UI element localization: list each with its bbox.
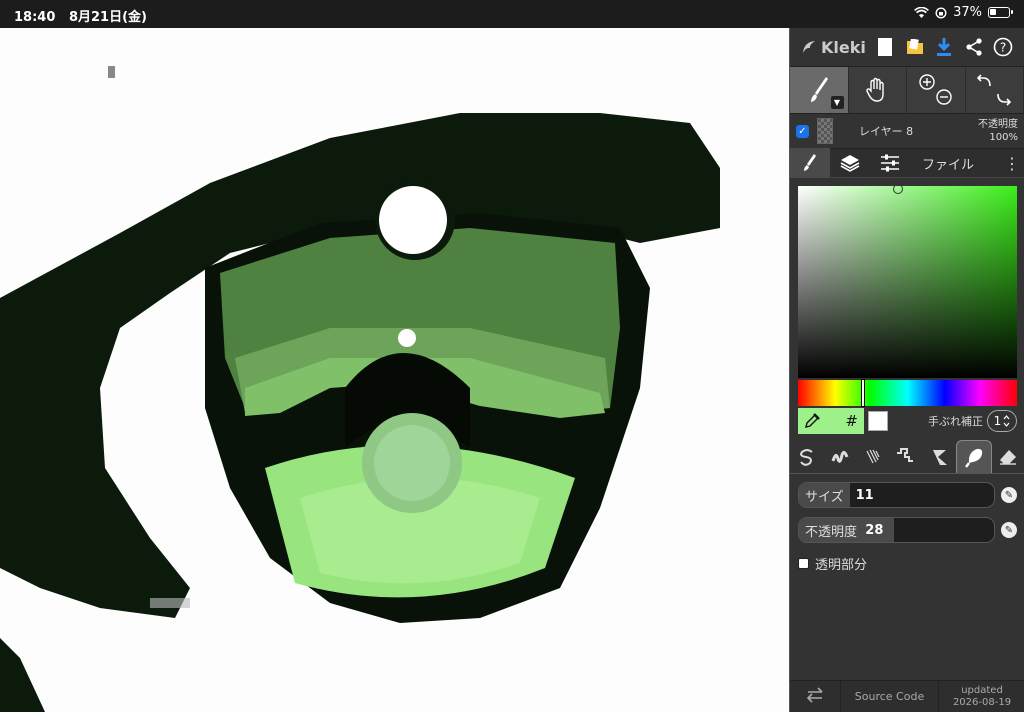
- orientation-lock-icon: [935, 6, 947, 19]
- swap-arrows-icon: [806, 686, 823, 703]
- sliders-icon: [881, 154, 899, 172]
- primary-color-swatch[interactable]: #: [798, 408, 864, 434]
- hue-slider[interactable]: [798, 380, 1017, 406]
- panel-footer: Source Code updated 2026-08-19: [790, 680, 1024, 712]
- help-button[interactable]: ?: [988, 31, 1018, 63]
- lock-alpha-checkbox[interactable]: [798, 558, 809, 569]
- sketchy-brush-icon: [866, 449, 880, 463]
- help-icon: ?: [993, 37, 1013, 57]
- app-logo[interactable]: Kleki: [796, 38, 870, 57]
- stabilizer-select[interactable]: 1: [987, 410, 1017, 432]
- size-label: サイズ: [799, 483, 850, 507]
- status-bar: 18:40 8月21日(金) 37%: [0, 0, 1024, 28]
- hex-input-button[interactable]: #: [845, 412, 858, 430]
- panel-tabs: ファイル ⋮: [790, 148, 1024, 178]
- share-icon: [966, 38, 982, 56]
- size-slider[interactable]: サイズ 11: [798, 482, 995, 508]
- brush-chemy[interactable]: [923, 440, 956, 473]
- save-button[interactable]: [929, 31, 959, 63]
- source-code-link[interactable]: Source Code: [840, 680, 939, 712]
- layers-icon: [840, 155, 860, 172]
- layer-row[interactable]: ✓ レイヤー 8 不透明度 100%: [790, 114, 1024, 148]
- picker-cursor[interactable]: [893, 184, 903, 194]
- color-row: # 手ぶれ補正 1: [798, 408, 1017, 434]
- layer-visibility-checkbox[interactable]: ✓: [796, 124, 809, 138]
- size-value: 11: [855, 487, 874, 503]
- brush-type-row: [790, 440, 1024, 474]
- updated-info: updated 2026-08-19: [952, 684, 1012, 708]
- opacity-label: 不透明度 28: [799, 518, 894, 542]
- eye-highlight-large: [379, 186, 447, 254]
- new-image-button[interactable]: [870, 31, 900, 63]
- drawing-canvas[interactable]: [0, 28, 789, 712]
- eyedropper-icon[interactable]: [804, 413, 820, 429]
- share-button[interactable]: [959, 31, 989, 63]
- brush-smudge[interactable]: [956, 440, 992, 473]
- pixel-speck: [108, 66, 115, 78]
- stepper-arrows-icon: [1003, 415, 1010, 427]
- layer-name: レイヤー 8: [859, 125, 914, 138]
- size-edit-icon[interactable]: ✎: [1001, 487, 1017, 503]
- brush-tool-button[interactable]: ▼: [790, 67, 849, 113]
- undo-redo-button[interactable]: [965, 67, 1024, 113]
- brush-pen[interactable]: [790, 440, 823, 473]
- tool-row: ▼: [790, 66, 1024, 114]
- opacity-edit-icon[interactable]: ✎: [1001, 522, 1017, 538]
- brush-icon: [804, 154, 816, 171]
- more-icon[interactable]: ⋮: [1000, 154, 1024, 173]
- undo-redo-icon: [977, 74, 1012, 106]
- layer-opacity: 不透明度 100%: [978, 119, 1018, 143]
- blend-brush-icon: [831, 450, 849, 463]
- lock-alpha-row[interactable]: 透明部分: [798, 554, 867, 573]
- brush-sketchy[interactable]: [857, 440, 890, 473]
- kleki-logo-icon: [803, 41, 815, 53]
- tab-file[interactable]: ファイル: [922, 154, 974, 173]
- chevron-down-icon[interactable]: ▼: [830, 96, 844, 109]
- tab-adjust[interactable]: [870, 148, 910, 178]
- opacity-value: 28: [865, 522, 884, 538]
- pixel-brush-icon: [897, 447, 914, 462]
- status-date: 8月21日(金): [68, 10, 147, 25]
- brush-eraser[interactable]: [992, 440, 1024, 473]
- brush-blend[interactable]: [823, 440, 856, 473]
- layer-thumbnail: [817, 118, 833, 144]
- zoom-icon: [919, 74, 952, 105]
- swap-side-button[interactable]: [790, 686, 840, 707]
- eraser-icon: [1000, 449, 1017, 465]
- opacity-slider[interactable]: 不透明度 28: [798, 517, 995, 543]
- new-file-icon: [877, 38, 892, 56]
- smudge-brush-icon: [965, 448, 983, 468]
- battery-percent: 37%: [953, 5, 982, 20]
- tab-layers[interactable]: [830, 148, 870, 178]
- wifi-icon: [914, 6, 930, 18]
- zoom-tool-button[interactable]: [907, 67, 966, 113]
- side-panel: Kleki ? ▼ ✓ レイヤー 8 不透明度 100% ファイル ⋮ # 手ぶ…: [789, 28, 1024, 712]
- open-file-button[interactable]: [900, 31, 930, 63]
- hue-marker[interactable]: [862, 380, 864, 406]
- hand-icon: [866, 77, 884, 102]
- tab-brush[interactable]: [790, 148, 830, 178]
- hand-tool-button[interactable]: [848, 67, 907, 113]
- status-time: 18:40 8月21日(金): [14, 10, 147, 25]
- chemy-brush-icon: [932, 449, 947, 465]
- brush-pixel[interactable]: [890, 440, 923, 473]
- lock-alpha-label: 透明部分: [815, 558, 868, 573]
- pen-stroke-icon: [799, 448, 813, 466]
- folder-icon: [906, 39, 923, 54]
- pixel-speck: [150, 598, 190, 608]
- battery-icon: [988, 7, 1013, 18]
- brush-icon: [810, 77, 828, 102]
- color-saturation-picker[interactable]: [798, 184, 1017, 378]
- secondary-color-swatch[interactable]: [868, 411, 888, 431]
- eye-highlight-small: [398, 329, 416, 347]
- stabilizer-label: 手ぶれ補正: [928, 415, 983, 428]
- svg-text:?: ?: [1000, 41, 1006, 55]
- download-icon: [937, 38, 952, 56]
- artwork: [0, 66, 720, 712]
- top-toolbar: Kleki ?: [790, 28, 1024, 66]
